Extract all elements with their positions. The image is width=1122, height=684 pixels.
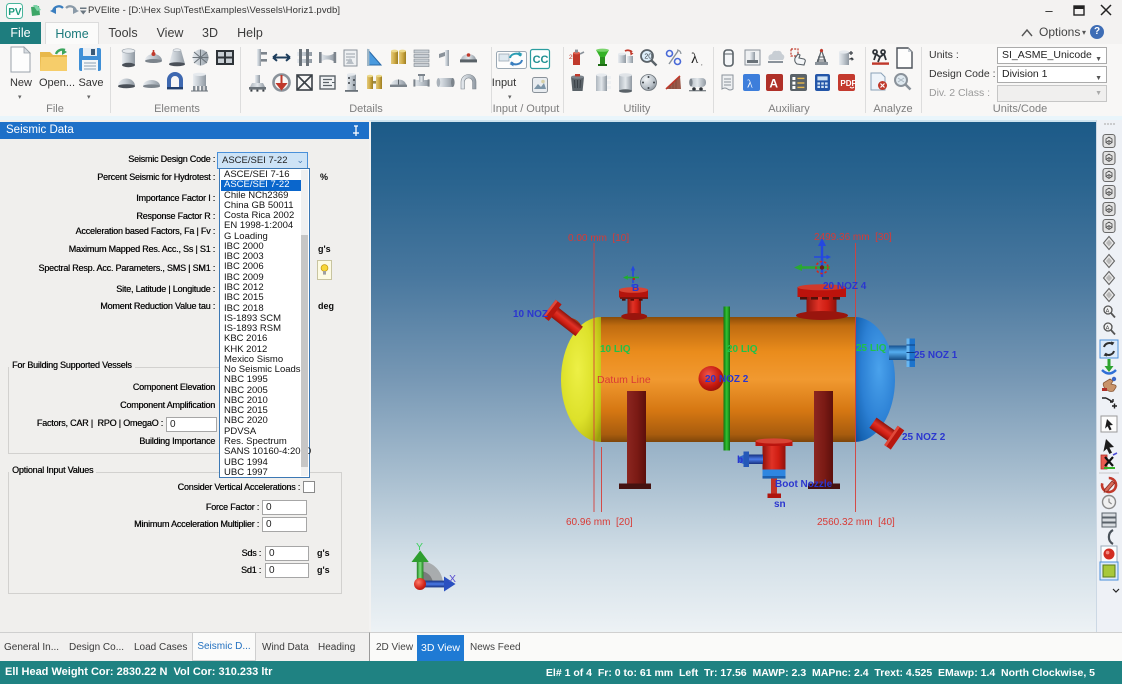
svg-text:PV: PV xyxy=(8,7,22,18)
svg-text:b: b xyxy=(737,455,743,466)
svg-text:X: X xyxy=(449,573,456,585)
svg-text:20 NOZ 4: 20 NOZ 4 xyxy=(823,281,867,292)
svg-text:25 NOZ 1: 25 NOZ 1 xyxy=(914,350,958,361)
svg-text:A: A xyxy=(1106,326,1110,332)
svg-text:,: , xyxy=(701,61,703,67)
svg-text:Boot Nozzle: Boot Nozzle xyxy=(775,479,833,490)
svg-text:λ: λ xyxy=(691,51,699,67)
svg-text:20 NOZ 2: 20 NOZ 2 xyxy=(705,374,749,385)
svg-text:25: 25 xyxy=(569,55,576,61)
svg-text:PDF: PDF xyxy=(840,79,856,88)
svg-text:20 LIQ: 20 LIQ xyxy=(727,344,758,355)
svg-text:10 NOZ: 10 NOZ xyxy=(513,309,548,320)
svg-text:2499.36 mm [30]: 2499.36 mm [30] xyxy=(814,232,892,243)
svg-text:2560.32 mm [40]: 2560.32 mm [40] xyxy=(817,517,895,528)
svg-text:Y: Y xyxy=(416,541,423,553)
svg-text:CC: CC xyxy=(533,54,549,66)
svg-text:25 LIQ: 25 LIQ xyxy=(856,343,887,354)
svg-text:25 NOZ 2: 25 NOZ 2 xyxy=(902,432,946,443)
svg-text:60.96 mm [20]: 60.96 mm [20] xyxy=(566,517,633,528)
svg-text:20: 20 xyxy=(644,54,652,61)
svg-text:Datum Line: Datum Line xyxy=(597,374,651,386)
svg-text:A: A xyxy=(1106,309,1110,315)
svg-text:λ: λ xyxy=(747,77,753,91)
svg-text:0.00 mm [10]: 0.00 mm [10] xyxy=(568,233,629,244)
svg-text:A: A xyxy=(769,77,778,91)
svg-text:sn: sn xyxy=(774,499,786,510)
svg-text:10 LIQ: 10 LIQ xyxy=(600,344,631,355)
